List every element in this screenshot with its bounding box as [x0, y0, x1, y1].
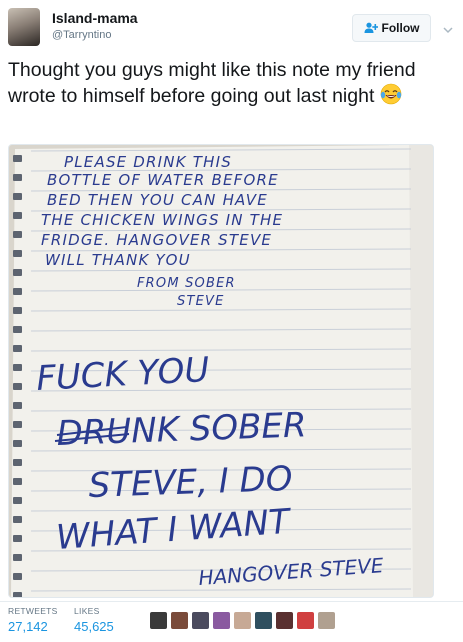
- liker-avatar[interactable]: [297, 612, 314, 629]
- user-handle[interactable]: @Tarryntino: [52, 29, 111, 41]
- tears-of-joy-emoji-icon: [380, 83, 402, 112]
- note-line-4: THE CHICKEN WINGS IN THE: [41, 211, 283, 229]
- liker-avatar[interactable]: [150, 612, 167, 629]
- follow-button[interactable]: Follow: [352, 14, 431, 42]
- spiral-hole: [13, 554, 22, 561]
- spiral-hole: [13, 516, 22, 523]
- liker-avatar[interactable]: [318, 612, 335, 629]
- spiral-hole: [13, 383, 22, 390]
- tweet-body: Thought you guys might like this note my…: [8, 59, 416, 107]
- spiral-hole: [13, 573, 22, 580]
- chevron-down-icon[interactable]: [443, 22, 453, 34]
- reply-line-3: STEVE, I DO: [88, 459, 293, 506]
- spiral-hole: [13, 402, 22, 409]
- spiral-hole: [13, 364, 22, 371]
- liker-avatars: [150, 612, 335, 629]
- liker-avatar[interactable]: [234, 612, 251, 629]
- spiral-hole: [13, 307, 22, 314]
- liker-avatar[interactable]: [255, 612, 272, 629]
- retweets-stat[interactable]: RETWEETS 27,142: [8, 606, 58, 634]
- likes-count[interactable]: 45,625: [74, 619, 114, 634]
- spiral-hole: [13, 421, 22, 428]
- note-line-2: BOTTLE OF WATER BEFORE: [47, 171, 279, 189]
- spiral-hole: [13, 497, 22, 504]
- spiral-hole: [13, 155, 22, 162]
- tweet-text: Thought you guys might like this note my…: [8, 58, 456, 112]
- spiral-hole: [13, 269, 22, 276]
- likes-stat[interactable]: LIKES 45,625: [74, 606, 114, 634]
- retweets-label: RETWEETS: [8, 606, 58, 616]
- note-line-7: FROM SOBER: [137, 276, 236, 291]
- spiral-hole: [13, 174, 22, 181]
- add-user-icon: [364, 22, 378, 34]
- spiral-hole: [13, 212, 22, 219]
- retweets-count[interactable]: 27,142: [8, 619, 58, 634]
- note-line-6: WILL THANK YOU: [45, 251, 191, 269]
- avatar[interactable]: [8, 8, 40, 46]
- liker-avatar[interactable]: [213, 612, 230, 629]
- spiral-hole: [13, 193, 22, 200]
- note-line-1: PLEASE DRINK THIS: [64, 153, 232, 171]
- spiral-hole: [13, 440, 22, 447]
- tweet-photo[interactable]: PLEASE DRINK THIS BOTTLE OF WATER BEFORE…: [8, 144, 434, 598]
- likes-label: LIKES: [74, 606, 100, 616]
- spiral-hole: [13, 231, 22, 238]
- spiral-hole: [13, 459, 22, 466]
- spiral-hole: [13, 535, 22, 542]
- note-line-8: STEVE: [177, 294, 225, 309]
- spiral-hole: [13, 250, 22, 257]
- spiral-hole: [13, 345, 22, 352]
- notebook-page-image: PLEASE DRINK THIS BOTTLE OF WATER BEFORE…: [9, 145, 433, 597]
- divider: [0, 601, 463, 602]
- spiral-hole: [13, 288, 22, 295]
- note-line-3: BED THEN YOU CAN HAVE: [47, 191, 268, 209]
- liker-avatar[interactable]: [171, 612, 188, 629]
- liker-avatar[interactable]: [192, 612, 209, 629]
- note-line-5: FRIDGE. HANGOVER STEVE: [41, 231, 272, 249]
- liker-avatar[interactable]: [276, 612, 293, 629]
- display-name[interactable]: Island-mama: [52, 10, 138, 26]
- follow-label: Follow: [381, 21, 420, 35]
- spiral-hole: [13, 478, 22, 485]
- spiral-hole: [13, 592, 22, 597]
- spiral-hole: [13, 326, 22, 333]
